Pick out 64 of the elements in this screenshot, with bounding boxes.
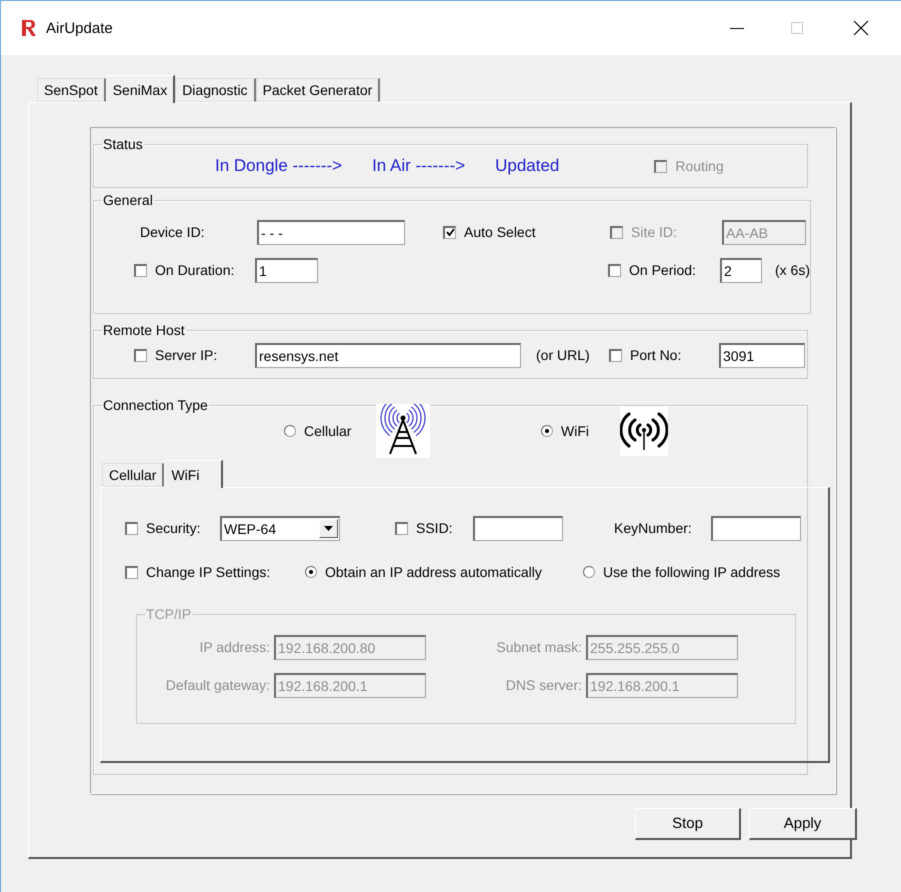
tab[interactable]: Cellular: [102, 463, 164, 487]
group-title: TCP/IP: [145, 606, 192, 622]
checkbox-label: Port No:: [630, 347, 682, 363]
routing-label: Routing: [675, 158, 724, 174]
tab[interactable]: Diagnostic: [175, 78, 256, 102]
tab[interactable]: WiFi: [164, 460, 224, 488]
checkbox[interactable]: [134, 264, 147, 276]
checkbox-label: SSID:: [416, 520, 454, 536]
window-title: AirUpdate: [46, 20, 113, 36]
checkbox[interactable]: [125, 522, 138, 534]
checkbox-label: Change IP Settings:: [146, 564, 272, 580]
tab[interactable]: Packet Generator: [256, 78, 380, 102]
radio-button[interactable]: [284, 425, 296, 437]
checkbox-label: On Duration:: [155, 262, 236, 278]
caret-icon: [324, 526, 333, 531]
device-id-field[interactable]: - - -: [257, 220, 405, 244]
checkbox-label: Server IP:: [155, 347, 218, 363]
server-ip-field[interactable]: resensys.net: [255, 342, 521, 368]
checkbox[interactable]: [608, 264, 621, 276]
checkbox[interactable]: [443, 226, 456, 238]
app-logo-icon: [21, 19, 37, 37]
tab[interactable]: SeniMax: [106, 75, 176, 103]
checkbox-label: Security:: [146, 520, 202, 536]
dialog-button[interactable]: Apply: [749, 808, 857, 840]
radio-button[interactable]: [305, 566, 317, 578]
key-number-field[interactable]: [711, 516, 801, 540]
field-label: IP address:: [198, 639, 271, 655]
antenna-tower-icon: [376, 404, 430, 458]
radio-label: Obtain an IP address automatically: [325, 564, 543, 580]
checkbox-label: Auto Select: [464, 224, 537, 240]
checkbox-label: On Period:: [629, 262, 697, 278]
field-label: Device ID:: [140, 224, 206, 240]
on-duration-field[interactable]: 1: [255, 258, 318, 282]
checkbox[interactable]: [134, 348, 147, 362]
radio-label: Cellular: [304, 423, 352, 439]
checkbox-label: Site ID:: [631, 224, 678, 240]
group-title: General: [102, 192, 154, 208]
tab[interactable]: SenSpot: [37, 78, 106, 102]
unit-label: (x 6s): [775, 262, 810, 278]
security-dropdown[interactable]: WEP-64: [220, 516, 340, 540]
radio-button[interactable]: [583, 566, 595, 578]
checkbox[interactable]: [395, 522, 408, 534]
antenna-signal-icon: [620, 406, 668, 456]
field-label: KeyNumber:: [614, 520, 693, 536]
group-title: Status: [102, 136, 144, 152]
status-stage: In Air ------->: [372, 156, 466, 176]
checkbox[interactable]: [609, 348, 622, 362]
radio-label: WiFi: [561, 423, 590, 439]
group-title: Remote Host: [102, 322, 186, 338]
dialog-button[interactable]: Stop: [635, 808, 741, 840]
checkbox[interactable]: [125, 566, 138, 578]
on-period-field[interactable]: 2: [720, 258, 762, 282]
port-field[interactable]: 3091: [719, 342, 805, 368]
group-title: Connection Type: [102, 397, 209, 413]
field-label: Subnet mask:: [495, 639, 583, 655]
close-icon[interactable]: [852, 20, 869, 36]
field-label: Default gateway:: [164, 677, 271, 693]
ssid-field[interactable]: [473, 516, 563, 540]
note-label: (or URL): [536, 347, 591, 363]
status-stage: In Dongle ------->: [215, 156, 342, 176]
radio-button[interactable]: [541, 425, 553, 437]
field-label: DNS server:: [504, 677, 583, 693]
radio-label: Use the following IP address: [603, 564, 780, 580]
status-stage: Updated: [495, 156, 560, 176]
